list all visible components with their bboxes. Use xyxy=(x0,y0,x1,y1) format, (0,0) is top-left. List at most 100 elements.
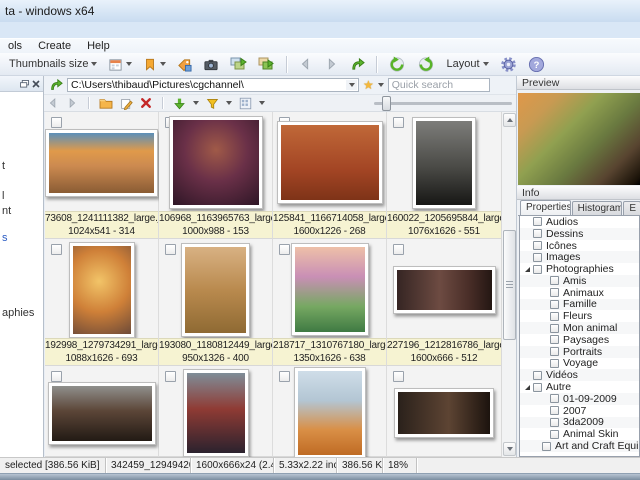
category-checkbox[interactable] xyxy=(550,418,559,427)
category-row[interactable]: Icônes xyxy=(520,240,639,252)
thumbnail-image[interactable] xyxy=(277,121,383,204)
category-row[interactable]: Animal Skin xyxy=(520,428,639,440)
menu-item-help[interactable]: Help xyxy=(79,39,118,53)
category-row[interactable]: 2007 xyxy=(520,405,639,417)
sort-by-date-button[interactable] xyxy=(105,55,135,74)
category-row[interactable]: Animaux xyxy=(520,287,639,299)
float-panel-icon[interactable] xyxy=(20,80,29,88)
export-button[interactable] xyxy=(255,55,278,74)
expand-arrow-icon[interactable] xyxy=(525,267,530,272)
chevron-down-icon[interactable] xyxy=(378,83,384,87)
folder-item[interactable]: t xyxy=(2,160,5,172)
category-row[interactable]: Portraits xyxy=(520,346,639,358)
download-icon[interactable] xyxy=(173,97,186,110)
category-row[interactable]: Paysages xyxy=(520,334,639,346)
category-checkbox[interactable] xyxy=(550,312,559,321)
filter-funnel-icon[interactable] xyxy=(206,97,219,110)
folder-item[interactable]: l xyxy=(2,190,4,202)
category-row[interactable]: Famille xyxy=(520,299,639,311)
chevron-down-icon[interactable] xyxy=(226,101,232,105)
thumbnail-image[interactable] xyxy=(412,117,476,209)
category-row[interactable]: Photographies xyxy=(520,263,639,275)
tab-properties[interactable]: Properties xyxy=(520,200,571,215)
help-button[interactable]: ? xyxy=(525,55,548,74)
category-checkbox[interactable] xyxy=(550,335,559,344)
category-checkbox[interactable] xyxy=(542,442,551,451)
scrollbar-thumb[interactable] xyxy=(503,230,516,340)
forward-arrow-icon[interactable] xyxy=(66,97,78,109)
thumbnails-size-button[interactable]: Thumbnails size xyxy=(6,55,100,74)
layout-button[interactable]: Layout xyxy=(443,55,491,74)
thumbnail-image[interactable] xyxy=(291,243,369,336)
thumbnail-scrollbar[interactable] xyxy=(501,112,516,457)
thumbnail-cell[interactable]: 73608_1241111382_large.jpg1024x541 - 314 xyxy=(45,112,159,239)
category-row[interactable]: Images xyxy=(520,251,639,263)
tab-e[interactable]: E xyxy=(623,201,640,215)
address-dropdown[interactable] xyxy=(346,80,357,90)
category-row[interactable]: Fleurs xyxy=(520,310,639,322)
category-checkbox[interactable] xyxy=(533,253,542,262)
convert-button[interactable] xyxy=(227,55,250,74)
delete-icon[interactable] xyxy=(140,97,152,109)
category-checkbox[interactable] xyxy=(533,217,542,226)
thumbnail-image[interactable] xyxy=(393,266,496,314)
folder-item[interactable]: nt xyxy=(2,205,11,217)
thumbnail-cell[interactable]: 193080_1180812449_large.jpg950x1326 - 40… xyxy=(159,239,273,366)
rotate-left-button[interactable] xyxy=(385,55,409,74)
forward-button[interactable] xyxy=(321,55,342,74)
thumbnail-image[interactable] xyxy=(169,116,263,209)
scroll-down-button[interactable] xyxy=(503,442,516,456)
thumbnail-image[interactable] xyxy=(45,129,158,197)
category-row[interactable]: Audios xyxy=(520,216,639,228)
slider-thumb[interactable] xyxy=(382,96,391,111)
thumbnail-cell[interactable]: 160022_1205695844_large.jpg1076x1626 - 5… xyxy=(387,112,501,239)
edit-icon[interactable] xyxy=(120,97,133,110)
settings-button[interactable] xyxy=(497,55,520,74)
bookmark-button[interactable] xyxy=(140,55,169,74)
thumbnail-size-slider[interactable] xyxy=(374,102,512,105)
category-row[interactable]: Mon animal xyxy=(520,322,639,334)
category-row[interactable]: 01-09-2009 xyxy=(520,393,639,405)
quick-search-input[interactable] xyxy=(388,78,490,92)
chevron-down-icon[interactable] xyxy=(193,101,199,105)
up-folder-icon[interactable] xyxy=(49,78,63,92)
thumbnail-cell[interactable] xyxy=(387,366,501,457)
category-row[interactable]: Art and Craft Equip xyxy=(520,440,639,452)
category-row[interactable]: 3da2009 xyxy=(520,417,639,429)
thumbnail-image[interactable] xyxy=(69,242,135,338)
category-checkbox[interactable] xyxy=(550,394,559,403)
menu-item-create[interactable]: Create xyxy=(30,39,79,53)
thumbnail-image[interactable] xyxy=(294,367,366,459)
close-icon[interactable] xyxy=(32,80,40,88)
category-checkbox[interactable] xyxy=(533,229,542,238)
view-mode-grid-icon[interactable] xyxy=(239,97,252,110)
back-arrow-icon[interactable] xyxy=(47,97,59,109)
category-row[interactable]: Vidéos xyxy=(520,369,639,381)
address-input[interactable]: C:\Users\thibaud\Pictures\cgchannel\ xyxy=(67,78,359,92)
folder-item[interactable]: s xyxy=(2,232,8,244)
back-button[interactable] xyxy=(295,55,316,74)
thumbnail-cell[interactable]: 106968_1163965763_large.jpg1000x988 - 15… xyxy=(159,112,273,239)
category-row[interactable]: Voyage xyxy=(520,358,639,370)
category-checkbox[interactable] xyxy=(550,359,559,368)
category-row[interactable]: Dessins xyxy=(520,228,639,240)
thumbnail-image[interactable] xyxy=(181,243,250,337)
category-checkbox[interactable] xyxy=(533,383,542,392)
refresh-button[interactable] xyxy=(347,55,368,74)
thumbnail-cell[interactable] xyxy=(45,366,159,457)
category-checkbox[interactable] xyxy=(550,276,559,285)
category-checkbox[interactable] xyxy=(533,241,542,250)
expand-arrow-icon[interactable] xyxy=(525,385,530,390)
new-folder-icon[interactable] xyxy=(99,97,113,109)
thumbnail-cell[interactable]: 125841_1166714058_large.jpg1600x1226 - 2… xyxy=(273,112,387,239)
thumbnail-cell[interactable]: 218717_1310767180_large.jpg1350x1626 - 6… xyxy=(273,239,387,366)
favorites-star-icon[interactable]: ★ xyxy=(363,79,374,91)
categories-tag-button[interactable] xyxy=(174,55,195,74)
thumbnail-image[interactable] xyxy=(48,382,156,445)
category-checkbox[interactable] xyxy=(533,265,542,274)
category-checkbox[interactable] xyxy=(550,347,559,356)
folder-item[interactable]: aphies xyxy=(2,307,34,319)
category-checkbox[interactable] xyxy=(550,288,559,297)
category-checkbox[interactable] xyxy=(550,430,559,439)
thumbnail-cell[interactable] xyxy=(159,366,273,457)
